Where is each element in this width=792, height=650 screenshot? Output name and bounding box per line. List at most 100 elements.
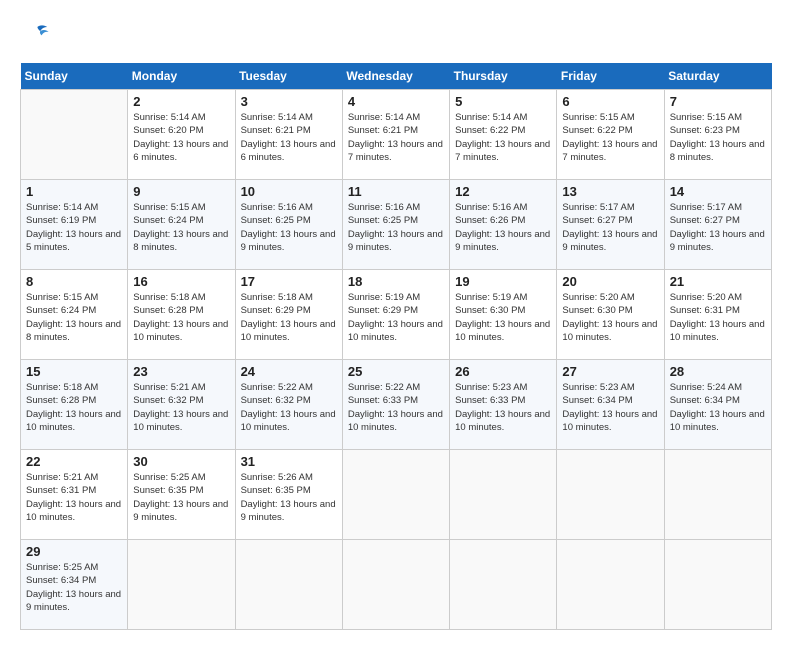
day-number: 16	[133, 274, 229, 289]
calendar-cell	[557, 540, 664, 630]
calendar-cell	[235, 540, 342, 630]
calendar-cell: 3 Sunrise: 5:14 AM Sunset: 6:21 PM Daylig…	[235, 90, 342, 180]
day-number: 9	[133, 184, 229, 199]
calendar-cell: 11 Sunrise: 5:16 AM Sunset: 6:25 PM Dayli…	[342, 180, 449, 270]
calendar-cell: 27Sunrise: 5:23 AM Sunset: 6:34 PM Dayli…	[557, 360, 664, 450]
calendar-week-row: 15Sunrise: 5:18 AM Sunset: 6:28 PM Dayli…	[21, 360, 772, 450]
day-number: 28	[670, 364, 766, 379]
day-info: Sunrise: 5:16 AM Sunset: 6:25 PM Dayligh…	[348, 201, 444, 254]
page-header	[20, 20, 772, 53]
day-number: 13	[562, 184, 658, 199]
calendar-cell: 13Sunrise: 5:17 AM Sunset: 6:27 PM Dayli…	[557, 180, 664, 270]
calendar-cell: 31 Sunrise: 5:26 AM Sunset: 6:35 PM Dayli…	[235, 450, 342, 540]
day-number: 14	[670, 184, 766, 199]
calendar-cell: 16Sunrise: 5:18 AM Sunset: 6:28 PM Dayli…	[128, 270, 235, 360]
day-number: 8	[26, 274, 122, 289]
day-info: Sunrise: 5:14 AM Sunset: 6:21 PM Dayligh…	[348, 111, 444, 164]
calendar-day-header: Monday	[128, 63, 235, 90]
calendar-cell: 23 Sunrise: 5:21 AM Sunset: 6:32 PM Dayli…	[128, 360, 235, 450]
day-info: Sunrise: 5:20 AM Sunset: 6:31 PM Dayligh…	[670, 291, 766, 344]
day-number: 30	[133, 454, 229, 469]
calendar-cell: 5Sunrise: 5:14 AM Sunset: 6:22 PM Daylig…	[450, 90, 557, 180]
day-info: Sunrise: 5:15 AM Sunset: 6:24 PM Dayligh…	[26, 291, 122, 344]
day-number: 25	[348, 364, 444, 379]
day-number: 3	[241, 94, 337, 109]
calendar-cell: 25 Sunrise: 5:22 AM Sunset: 6:33 PM Dayli…	[342, 360, 449, 450]
day-number: 7	[670, 94, 766, 109]
calendar-cell	[664, 540, 771, 630]
day-info: Sunrise: 5:14 AM Sunset: 6:21 PM Dayligh…	[241, 111, 337, 164]
day-number: 21	[670, 274, 766, 289]
calendar-day-header: Tuesday	[235, 63, 342, 90]
calendar-cell: 10 Sunrise: 5:16 AM Sunset: 6:25 PM Dayli…	[235, 180, 342, 270]
calendar-day-header: Wednesday	[342, 63, 449, 90]
day-number: 31	[241, 454, 337, 469]
calendar-cell: 26Sunrise: 5:23 AM Sunset: 6:33 PM Dayli…	[450, 360, 557, 450]
calendar-cell	[450, 540, 557, 630]
day-info: Sunrise: 5:25 AM Sunset: 6:35 PM Dayligh…	[133, 471, 229, 524]
calendar-cell: 24 Sunrise: 5:22 AM Sunset: 6:32 PM Dayli…	[235, 360, 342, 450]
day-number: 18	[348, 274, 444, 289]
day-info: Sunrise: 5:15 AM Sunset: 6:22 PM Dayligh…	[562, 111, 658, 164]
calendar-day-header: Friday	[557, 63, 664, 90]
day-number: 5	[455, 94, 551, 109]
calendar-cell: 17 Sunrise: 5:18 AM Sunset: 6:29 PM Dayli…	[235, 270, 342, 360]
day-number: 29	[26, 544, 122, 559]
day-info: Sunrise: 5:14 AM Sunset: 6:20 PM Dayligh…	[133, 111, 229, 164]
day-info: Sunrise: 5:22 AM Sunset: 6:33 PM Dayligh…	[348, 381, 444, 434]
calendar-table: SundayMondayTuesdayWednesdayThursdayFrid…	[20, 63, 772, 630]
day-info: Sunrise: 5:18 AM Sunset: 6:29 PM Dayligh…	[241, 291, 337, 344]
day-info: Sunrise: 5:16 AM Sunset: 6:25 PM Dayligh…	[241, 201, 337, 254]
day-number: 26	[455, 364, 551, 379]
calendar-cell	[342, 450, 449, 540]
calendar-cell: 19 Sunrise: 5:19 AM Sunset: 6:30 PM Dayli…	[450, 270, 557, 360]
calendar-cell	[450, 450, 557, 540]
calendar-cell: 9Sunrise: 5:15 AM Sunset: 6:24 PM Daylig…	[128, 180, 235, 270]
day-info: Sunrise: 5:21 AM Sunset: 6:32 PM Dayligh…	[133, 381, 229, 434]
calendar-day-header: Sunday	[21, 63, 128, 90]
calendar-cell	[664, 450, 771, 540]
calendar-cell: 20 Sunrise: 5:20 AM Sunset: 6:30 PM Dayli…	[557, 270, 664, 360]
day-number: 24	[241, 364, 337, 379]
calendar-cell: 4 Sunrise: 5:14 AM Sunset: 6:21 PM Daylig…	[342, 90, 449, 180]
calendar-week-row: 29 Sunrise: 5:25 AM Sunset: 6:34 PM Dayli…	[21, 540, 772, 630]
calendar-week-row: 8 Sunrise: 5:15 AM Sunset: 6:24 PM Daylig…	[21, 270, 772, 360]
day-info: Sunrise: 5:18 AM Sunset: 6:28 PM Dayligh…	[26, 381, 122, 434]
day-number: 10	[241, 184, 337, 199]
day-number: 19	[455, 274, 551, 289]
day-number: 27	[562, 364, 658, 379]
calendar-cell: 22 Sunrise: 5:21 AM Sunset: 6:31 PM Dayli…	[21, 450, 128, 540]
day-number: 4	[348, 94, 444, 109]
day-info: Sunrise: 5:17 AM Sunset: 6:27 PM Dayligh…	[670, 201, 766, 254]
day-number: 2	[133, 94, 229, 109]
day-info: Sunrise: 5:15 AM Sunset: 6:23 PM Dayligh…	[670, 111, 766, 164]
day-number: 11	[348, 184, 444, 199]
calendar-cell: 21 Sunrise: 5:20 AM Sunset: 6:31 PM Dayli…	[664, 270, 771, 360]
logo-bird-icon	[22, 20, 50, 48]
day-info: Sunrise: 5:22 AM Sunset: 6:32 PM Dayligh…	[241, 381, 337, 434]
day-info: Sunrise: 5:14 AM Sunset: 6:19 PM Dayligh…	[26, 201, 122, 254]
day-info: Sunrise: 5:19 AM Sunset: 6:29 PM Dayligh…	[348, 291, 444, 344]
logo	[20, 20, 50, 53]
calendar-cell: 12Sunrise: 5:16 AM Sunset: 6:26 PM Dayli…	[450, 180, 557, 270]
day-number: 22	[26, 454, 122, 469]
calendar-week-row: 1 Sunrise: 5:14 AM Sunset: 6:19 PM Daylig…	[21, 180, 772, 270]
day-number: 17	[241, 274, 337, 289]
day-number: 20	[562, 274, 658, 289]
day-info: Sunrise: 5:26 AM Sunset: 6:35 PM Dayligh…	[241, 471, 337, 524]
day-info: Sunrise: 5:25 AM Sunset: 6:34 PM Dayligh…	[26, 561, 122, 614]
calendar-cell: 29 Sunrise: 5:25 AM Sunset: 6:34 PM Dayli…	[21, 540, 128, 630]
day-number: 6	[562, 94, 658, 109]
day-number: 23	[133, 364, 229, 379]
calendar-cell: 6 Sunrise: 5:15 AM Sunset: 6:22 PM Daylig…	[557, 90, 664, 180]
day-number: 1	[26, 184, 122, 199]
calendar-cell: 2 Sunrise: 5:14 AM Sunset: 6:20 PM Daylig…	[128, 90, 235, 180]
calendar-day-header: Saturday	[664, 63, 771, 90]
day-info: Sunrise: 5:20 AM Sunset: 6:30 PM Dayligh…	[562, 291, 658, 344]
calendar-week-row: 22 Sunrise: 5:21 AM Sunset: 6:31 PM Dayli…	[21, 450, 772, 540]
day-info: Sunrise: 5:24 AM Sunset: 6:34 PM Dayligh…	[670, 381, 766, 434]
day-info: Sunrise: 5:21 AM Sunset: 6:31 PM Dayligh…	[26, 471, 122, 524]
day-info: Sunrise: 5:19 AM Sunset: 6:30 PM Dayligh…	[455, 291, 551, 344]
calendar-cell	[21, 90, 128, 180]
calendar-cell: 15Sunrise: 5:18 AM Sunset: 6:28 PM Dayli…	[21, 360, 128, 450]
